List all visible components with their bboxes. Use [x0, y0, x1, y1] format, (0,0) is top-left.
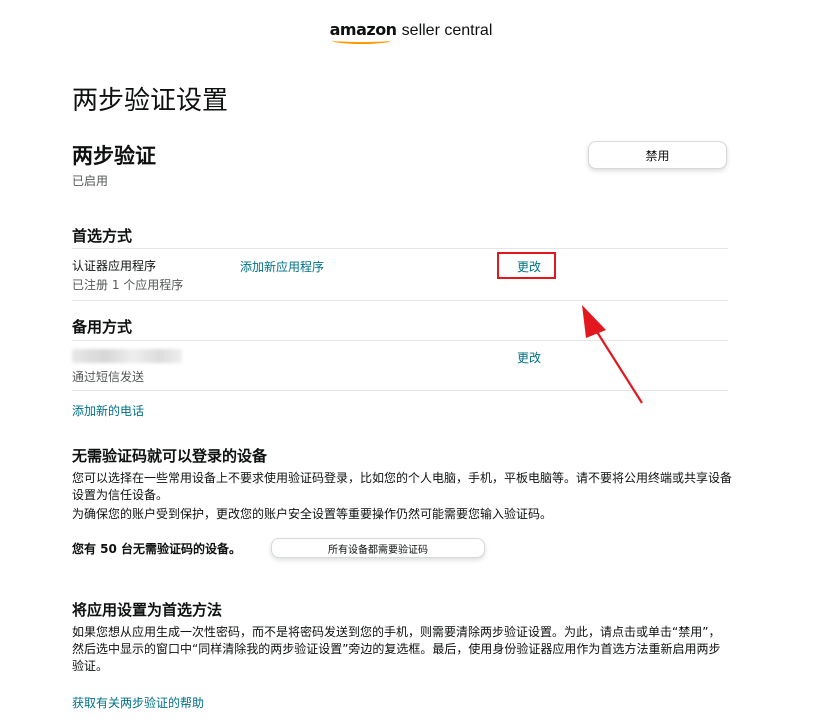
add-new-phone-link[interactable]: 添加新的电话 — [72, 402, 144, 419]
trusted-devices-count: 您有 50 台无需验证码的设备。 — [72, 542, 242, 556]
blurred-phone-number — [72, 349, 182, 363]
divider — [72, 248, 728, 249]
page-title: 两步验证设置 — [72, 86, 229, 116]
annotation-arrow-icon — [582, 305, 643, 404]
amazon-smile-icon — [331, 37, 391, 44]
trusted-devices-note: 为确保您的账户受到保护，更改您的账户安全设置等重要操作仍然可能需要您输入验证码。 — [72, 507, 553, 521]
preferred-method-heading: 首选方式 — [72, 227, 133, 245]
amazon-seller-central-logo: amazon seller central — [0, 20, 822, 44]
two-step-heading: 两步验证 — [72, 144, 156, 168]
app-preferred-heading: 将应用设置为首选方法 — [72, 601, 223, 619]
change-backup-link[interactable]: 更改 — [517, 349, 541, 366]
two-step-help-link[interactable]: 获取有关两步验证的帮助 — [72, 694, 204, 711]
backup-delivery-method: 通过短信发送 — [72, 370, 145, 384]
trusted-devices-heading: 无需验证码就可以登录的设备 — [72, 447, 268, 465]
app-preferred-description: 如果您想从应用生成一次性密码，而不是将密码发送到您的手机，则需要清除两步验证设置… — [72, 625, 721, 673]
preferred-method-registered: 已注册 1 个应用程序 — [72, 278, 184, 292]
disable-button[interactable]: 禁用 — [588, 141, 727, 169]
two-step-status: 已启用 — [72, 174, 109, 188]
product-name: seller central — [401, 22, 493, 39]
trusted-devices-description: 您可以选择在一些常用设备上不要求使用验证码登录，比如您的个人电脑，手机，平板电脑… — [72, 471, 733, 502]
amazon-wordmark: amazon — [330, 20, 397, 44]
preferred-method-name: 认证器应用程序 — [72, 259, 157, 273]
add-new-app-link[interactable]: 添加新应用程序 — [240, 258, 324, 275]
backup-method-heading: 备用方式 — [72, 318, 133, 336]
require-code-all-devices-button[interactable]: 所有设备都需要验证码 — [271, 538, 485, 558]
change-preferred-link[interactable]: 更改 — [517, 258, 541, 275]
